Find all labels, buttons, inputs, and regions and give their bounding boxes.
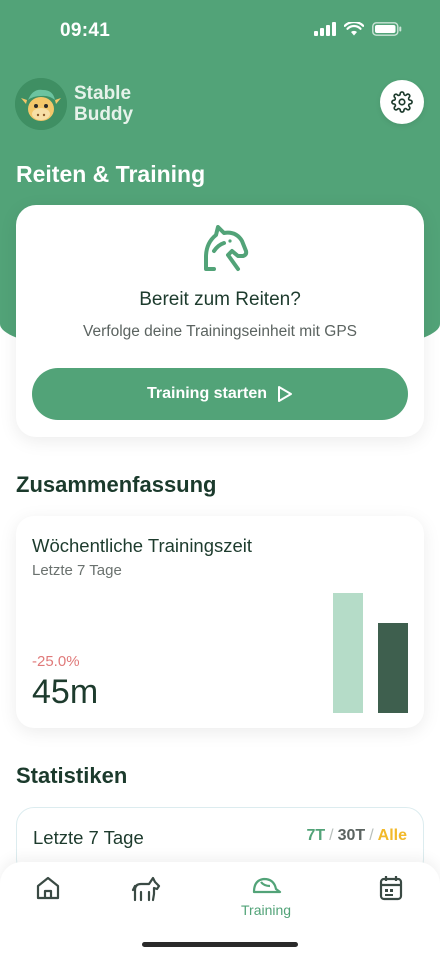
signal-icon [314,22,336,36]
status-time: 09:41 [60,20,111,41]
start-training-label: Training starten [146,385,268,402]
ride-card-title: Bereit zum Reiten? [139,289,301,310]
brand-name: Stable Buddy [74,83,133,125]
range-separator: / [329,827,334,844]
horse-icon [204,225,249,271]
tab-calendar[interactable] [378,874,404,902]
horse-icon [131,876,161,902]
tab-horses[interactable] [131,874,161,902]
battery-icon [372,22,402,36]
summary-heading: Zusammenfassung [16,472,217,497]
weekly-training-title: Wöchentliche Trainingszeit [32,535,253,556]
tab-training-label: Training [241,902,292,918]
home-indicator [142,942,298,947]
range-separator: / [369,827,374,844]
riding-helmet-icon [252,877,282,894]
gear-icon [391,91,413,113]
current-week-bar [378,623,408,713]
calendar-icon [379,876,403,901]
settings-button[interactable] [380,80,424,124]
tab-home[interactable] [34,874,62,902]
play-icon [278,386,293,402]
statistics-range-label: Letzte 7 Tage [33,827,144,848]
weekly-training-card[interactable]: Wöchentliche Trainingszeit Letzte 7 Tage… [16,516,424,728]
page-title: Reiten & Training [16,161,206,187]
statistics-heading: Statistiken [16,763,128,788]
app-logo [15,78,67,130]
previous-week-bar [333,593,363,713]
start-training-button[interactable]: Training starten [32,368,408,420]
range-selector: 7T / 30T / Alle [307,827,408,845]
ride-card: Bereit zum Reiten? Verfolge deine Traini… [16,205,424,437]
brand-line-1: Stable [74,83,132,104]
range-alle[interactable]: Alle [378,827,407,845]
range-7t[interactable]: 7T [307,827,326,845]
home-icon [36,876,60,900]
weekly-training-subtitle: Letzte 7 Tage [32,562,122,579]
range-30t[interactable]: 30T [338,827,366,845]
status-icons [314,22,402,36]
weekly-training-value: 45m [32,673,99,711]
brand-line-2: Buddy [74,104,134,125]
weekly-training-change: -25.0% [32,653,80,670]
wifi-icon [344,22,364,36]
ride-card-subtitle: Verfolge deine Trainingseinheit mit GPS [83,323,357,340]
tab-training[interactable]: Training [241,874,291,918]
status-bar: 09:41 [0,0,440,60]
